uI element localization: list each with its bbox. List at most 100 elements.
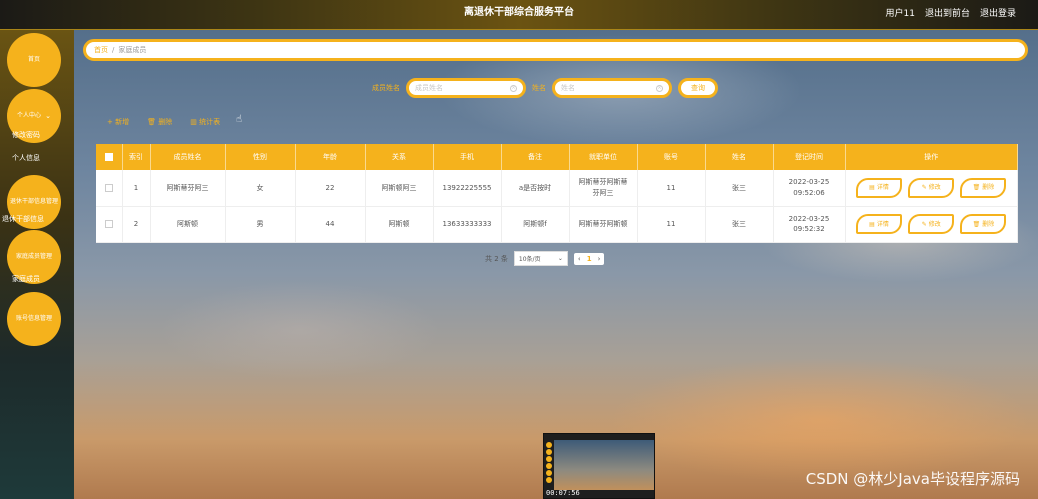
table-cell: 阿斯顿 bbox=[150, 206, 226, 243]
member-name-label: 成员姓名 bbox=[372, 84, 400, 92]
pagination: 共 2 条 10条/页 ⌄ ‹ 1 › bbox=[485, 251, 605, 266]
table-cell: 女 bbox=[225, 170, 296, 207]
sidebar: 首页 个人中心 ⌄ 修改密码 个人信息 退休干部信息管理 退休干部信息 家庭成员管… bbox=[0, 30, 74, 499]
column-header: 索引 bbox=[122, 144, 151, 170]
select-all-checkbox[interactable] bbox=[104, 153, 113, 161]
table-cell: 阿斯顿f bbox=[501, 206, 570, 243]
table-cell: 13633333333 bbox=[433, 206, 502, 243]
table-cell: a是否按时 bbox=[501, 170, 570, 207]
sidebar-subitem-family-members[interactable]: 家庭成员 bbox=[0, 274, 74, 284]
detail-button[interactable]: ▤ 详情 bbox=[856, 214, 903, 234]
row-checkbox[interactable] bbox=[104, 219, 113, 228]
row-select-cell bbox=[96, 206, 123, 243]
delete-button[interactable]: 🗑 删除 bbox=[147, 117, 172, 127]
thumbnail-sidebar bbox=[546, 442, 553, 483]
row-checkbox[interactable] bbox=[104, 183, 113, 192]
delete-label: 删除 bbox=[158, 118, 173, 126]
page-buttons: ‹ 1 › bbox=[573, 252, 605, 265]
total-count: 共 2 条 bbox=[485, 254, 508, 263]
table-cell: 阿斯顿阿三 bbox=[365, 170, 434, 207]
background-image bbox=[0, 0, 1038, 499]
table-cell: 阿斯蒂芬阿斯蒂芬阿三 bbox=[569, 170, 638, 207]
sidebar-subitem-personal-info[interactable]: 个人信息 bbox=[0, 153, 74, 163]
row-select-cell bbox=[96, 170, 123, 207]
table-cell: 张三 bbox=[705, 170, 774, 207]
delete-row-button[interactable]: 🗑 删除 bbox=[960, 177, 1007, 198]
sidebar-item-label: 退休干部信息管理 bbox=[9, 198, 58, 206]
delete-label: 删除 bbox=[982, 184, 995, 192]
trash-icon: 🗑 bbox=[972, 220, 981, 228]
trash-icon: 🗑 bbox=[147, 118, 156, 126]
sidebar-item-label: 首页 bbox=[27, 56, 40, 64]
table-cell: 2 bbox=[122, 206, 151, 243]
logout-link[interactable]: 退出登录 bbox=[980, 6, 1016, 19]
table-cell: 阿斯蒂芬阿三 bbox=[150, 170, 226, 207]
action-bar: + 新增 🗑 删除 ▥ 统计表 bbox=[107, 117, 220, 127]
edit-button[interactable]: ✎ 修改 bbox=[908, 177, 955, 198]
stats-button[interactable]: ▥ 统计表 bbox=[190, 117, 220, 127]
column-header: 就职单位 bbox=[569, 144, 638, 170]
select-all-cell bbox=[96, 144, 123, 170]
video-thumbnail[interactable]: 00:07:56 bbox=[543, 433, 655, 499]
edit-label: 修改 bbox=[928, 220, 941, 228]
column-header: 备注 bbox=[501, 144, 570, 170]
search-form: 成员姓名 × 姓名 × 查询 bbox=[372, 78, 718, 98]
delete-label: 删除 bbox=[982, 220, 995, 228]
breadcrumb-current: 家庭成员 bbox=[118, 46, 147, 54]
sidebar-subitem-change-password[interactable]: 修改密码 bbox=[0, 130, 74, 140]
table-cell: 11 bbox=[637, 206, 706, 243]
thumbnail-time: 00:07:56 bbox=[546, 489, 580, 497]
trash-icon: 🗑 bbox=[972, 184, 981, 192]
column-header: 手机 bbox=[433, 144, 502, 170]
column-header: 账号 bbox=[637, 144, 706, 170]
table-cell: 22 bbox=[295, 170, 366, 207]
member-name-input[interactable] bbox=[415, 84, 517, 92]
detail-label: 详情 bbox=[876, 184, 889, 192]
breadcrumb: 首页 / 家庭成员 bbox=[83, 39, 1028, 61]
column-header: 年龄 bbox=[295, 144, 366, 170]
watermark: CSDN @林少Java毕设程序源码 bbox=[805, 470, 1020, 488]
detail-label: 详情 bbox=[876, 220, 889, 228]
column-header: 性别 bbox=[225, 144, 296, 170]
next-page-icon[interactable]: › bbox=[598, 255, 601, 263]
page-size-select[interactable]: 10条/页 ⌄ bbox=[513, 251, 568, 266]
name-label: 姓名 bbox=[532, 84, 546, 92]
column-header: 成员姓名 bbox=[150, 144, 226, 170]
page-number[interactable]: 1 bbox=[587, 255, 592, 263]
clear-icon[interactable]: × bbox=[510, 85, 517, 92]
breadcrumb-home[interactable]: 首页 bbox=[94, 45, 108, 55]
prev-page-icon[interactable]: ‹ bbox=[578, 255, 581, 263]
clear-icon[interactable]: × bbox=[656, 85, 663, 92]
sidebar-item-label: 个人中心 bbox=[17, 112, 42, 120]
column-header: 姓名 bbox=[705, 144, 774, 170]
edit-label: 修改 bbox=[928, 184, 941, 192]
sidebar-item-home[interactable]: 首页 bbox=[7, 33, 61, 87]
name-field: × bbox=[552, 78, 672, 98]
user-name[interactable]: 用户11 bbox=[886, 6, 915, 19]
document-icon: ▤ bbox=[869, 184, 875, 192]
top-bar: 离退休干部综合服务平台 用户11 退出到前台 退出登录 bbox=[0, 0, 1038, 30]
table-cell: 11 bbox=[637, 170, 706, 207]
mouse-cursor-icon: ☝ bbox=[236, 114, 243, 125]
sidebar-subitem-retiree-info[interactable]: 退休干部信息 bbox=[0, 214, 74, 224]
table-cell: 2022-03-25 09:52:32 bbox=[773, 206, 846, 243]
add-button[interactable]: + 新增 bbox=[107, 117, 129, 127]
sidebar-item-label: 账号信息管理 bbox=[15, 315, 52, 323]
name-input[interactable] bbox=[561, 84, 663, 92]
page-size-value: 10条/页 bbox=[518, 256, 541, 263]
thumbnail-screen bbox=[554, 440, 654, 490]
table-cell: 1 bbox=[122, 170, 151, 207]
exit-to-front-link[interactable]: 退出到前台 bbox=[925, 6, 970, 19]
top-links: 用户11 退出到前台 退出登录 bbox=[886, 6, 1016, 19]
delete-row-button[interactable]: 🗑 删除 bbox=[960, 214, 1007, 234]
chart-icon: ▥ bbox=[190, 118, 197, 126]
table-row: 1 阿斯蒂芬阿三 女 22 阿斯顿阿三 13922225555 a是否按时 阿斯… bbox=[96, 170, 1018, 207]
table-row: 2 阿斯顿 男 44 阿斯顿 13633333333 阿斯顿f 阿斯蒂芬阿斯顿 … bbox=[96, 206, 1018, 243]
detail-button[interactable]: ▤ 详情 bbox=[856, 177, 903, 198]
edit-button[interactable]: ✎ 修改 bbox=[908, 214, 955, 234]
search-button[interactable]: 查询 bbox=[678, 78, 718, 98]
sidebar-item-account-mgmt[interactable]: 账号信息管理 bbox=[7, 292, 61, 346]
chevron-down-icon: ⌄ bbox=[45, 111, 51, 120]
table-cell: 阿斯顿 bbox=[365, 206, 434, 243]
app-title: 离退休干部综合服务平台 bbox=[464, 7, 574, 18]
